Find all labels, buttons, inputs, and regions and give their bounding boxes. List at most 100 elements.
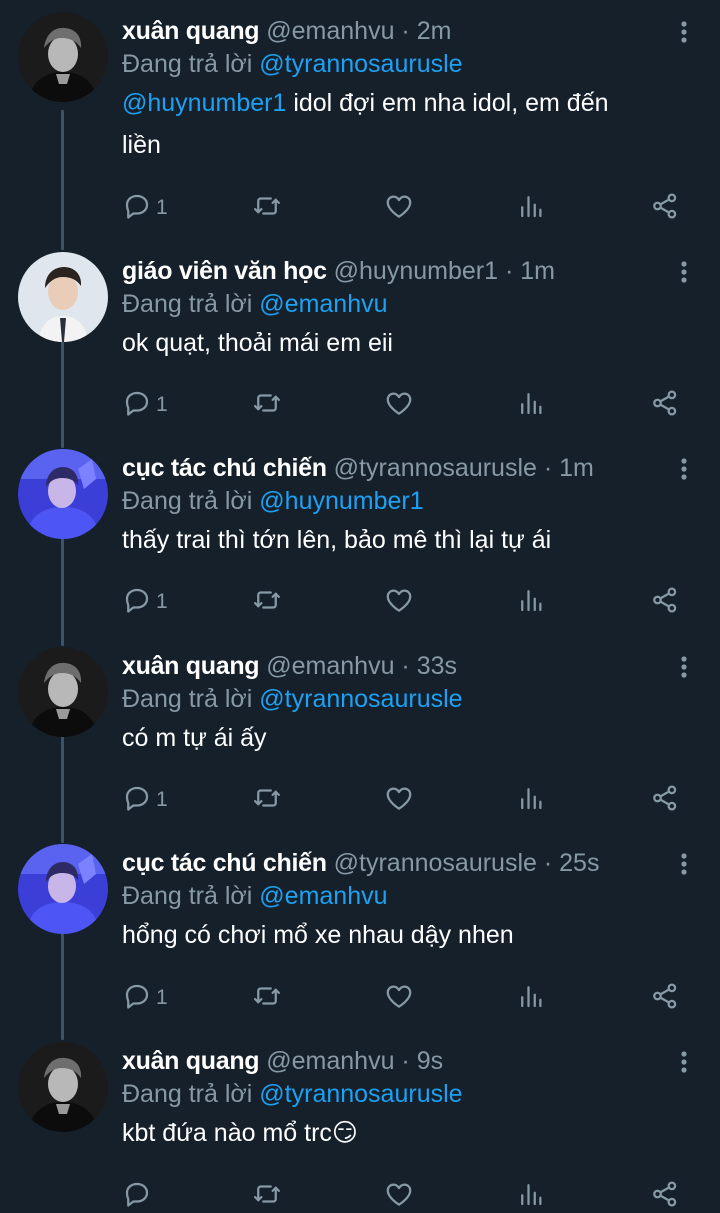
avatar[interactable] <box>18 1042 108 1132</box>
analytics-button[interactable] <box>516 782 546 818</box>
share-icon <box>650 191 680 226</box>
analytics-icon <box>516 783 546 818</box>
like-button[interactable] <box>384 190 414 226</box>
more-vertical-icon[interactable] <box>678 852 690 882</box>
author-handle[interactable]: @emanhvu <box>266 1047 394 1075</box>
more-vertical-icon[interactable] <box>678 20 690 50</box>
avatar[interactable] <box>18 12 108 102</box>
separator-dot: · <box>394 1047 417 1075</box>
reply-button[interactable] <box>122 1178 152 1213</box>
replying-to-mention[interactable]: @emanhvu <box>259 882 387 910</box>
retweet-button[interactable] <box>252 584 282 620</box>
author-handle[interactable]: @emanhvu <box>266 17 394 45</box>
separator-dot: · <box>394 652 417 680</box>
replying-to-mention[interactable]: @tyrannosaurusle <box>259 1080 462 1108</box>
author-handle[interactable]: @tyrannosaurusle <box>334 849 537 877</box>
replying-to: Đang trả lời @tyrannosaurusle <box>122 1078 670 1110</box>
retweet-button[interactable] <box>252 387 282 423</box>
tweet-action-bar: 1 <box>122 980 680 1016</box>
retweet-button[interactable] <box>252 980 282 1016</box>
share-button[interactable] <box>650 782 680 818</box>
replying-to-mention[interactable]: @huynumber1 <box>259 487 423 515</box>
analytics-button[interactable] <box>516 980 546 1016</box>
share-button[interactable] <box>650 1178 680 1213</box>
like-button[interactable] <box>384 1178 414 1213</box>
author-name[interactable]: cục tác chú chiến <box>122 849 327 877</box>
timestamp[interactable]: 2m <box>417 17 452 45</box>
author-name[interactable]: cục tác chú chiến <box>122 454 327 482</box>
analytics-button[interactable] <box>516 387 546 423</box>
share-button[interactable] <box>650 387 680 423</box>
reply-count: 1 <box>156 788 168 811</box>
share-button[interactable] <box>650 980 680 1016</box>
analytics-icon <box>516 981 546 1016</box>
author-name[interactable]: xuân quang <box>122 17 260 45</box>
author-name[interactable]: giáo viên văn học <box>122 257 327 285</box>
reply-icon <box>122 585 152 620</box>
like-button[interactable] <box>384 782 414 818</box>
replying-to-mention[interactable]: @tyrannosaurusle <box>259 50 462 78</box>
analytics-button[interactable] <box>516 1178 546 1213</box>
more-vertical-icon[interactable] <box>678 260 690 290</box>
timestamp[interactable]: 9s <box>417 1047 443 1075</box>
heart-icon <box>384 981 414 1016</box>
reply-button[interactable]: 1 <box>122 980 168 1016</box>
separator-dot: · <box>536 454 560 482</box>
reply-button[interactable]: 1 <box>122 782 168 818</box>
retweet-button[interactable] <box>252 1178 282 1213</box>
tweet-content: cục tác chú chiến @tyrannosaurusle · 25s… <box>122 846 670 956</box>
heart-icon <box>384 191 414 226</box>
more-vertical-icon[interactable] <box>678 655 690 685</box>
reply-button[interactable]: 1 <box>122 584 168 620</box>
tweet-header: cục tác chú chiến @tyrannosaurusle · 1m <box>122 451 670 485</box>
separator-dot: · <box>536 849 560 877</box>
timestamp[interactable]: 1m <box>520 257 555 285</box>
tweet-body: có m tự ái ấy <box>122 724 267 752</box>
like-button[interactable] <box>384 980 414 1016</box>
avatar[interactable] <box>18 449 108 539</box>
like-button[interactable] <box>384 387 414 423</box>
avatar[interactable] <box>18 252 108 342</box>
more-vertical-icon[interactable] <box>678 1050 690 1080</box>
retweet-button[interactable] <box>252 190 282 226</box>
share-icon <box>650 1179 680 1213</box>
analytics-button[interactable] <box>516 584 546 620</box>
author-name[interactable]: xuân quang <box>122 1047 260 1075</box>
tweet-body: thấy trai thì tớn lên, bảo mê thì lại tự… <box>122 526 552 554</box>
replying-to-mention[interactable]: @tyrannosaurusle <box>259 685 462 713</box>
timestamp[interactable]: 1m <box>559 454 594 482</box>
replying-to-mention[interactable]: @emanhvu <box>259 290 387 318</box>
reply-button[interactable]: 1 <box>122 190 168 226</box>
share-button[interactable] <box>650 190 680 226</box>
tweet-content: xuân quang @emanhvu · 33s Đang trả lời @t… <box>122 649 670 759</box>
text-mention[interactable]: @huynumber1 <box>122 89 286 117</box>
tweet-header: xuân quang @emanhvu · 33s <box>122 649 670 683</box>
retweet-icon <box>252 388 282 423</box>
timestamp[interactable]: 33s <box>417 652 457 680</box>
avatar[interactable] <box>18 647 108 737</box>
timestamp[interactable]: 25s <box>559 849 599 877</box>
avatar[interactable] <box>18 844 108 934</box>
analytics-icon <box>516 388 546 423</box>
tweet-body-continued: liền <box>122 131 161 159</box>
replying-to-label: Đang trả lời <box>122 685 253 713</box>
retweet-icon <box>252 585 282 620</box>
share-button[interactable] <box>650 584 680 620</box>
tweet-body: idol đợi em nha idol, em đến <box>293 89 609 117</box>
reply-count: 1 <box>156 590 168 613</box>
heart-icon <box>384 1179 414 1213</box>
author-handle[interactable]: @emanhvu <box>266 652 394 680</box>
author-handle[interactable]: @huynumber1 <box>334 257 498 285</box>
reply-button[interactable]: 1 <box>122 387 168 423</box>
more-vertical-icon[interactable] <box>678 457 690 487</box>
author-handle[interactable]: @tyrannosaurusle <box>334 454 537 482</box>
tweet[interactable]: xuân quang @emanhvu · 2m Đang trả lời @ty… <box>0 0 720 200</box>
like-button[interactable] <box>384 584 414 620</box>
share-icon <box>650 388 680 423</box>
author-name[interactable]: xuân quang <box>122 652 260 680</box>
tweet-content: xuân quang @emanhvu · 2m Đang trả lời @ty… <box>122 14 670 166</box>
replying-to-label: Đang trả lời <box>122 1080 253 1108</box>
retweet-icon <box>252 191 282 226</box>
analytics-button[interactable] <box>516 190 546 226</box>
retweet-button[interactable] <box>252 782 282 818</box>
